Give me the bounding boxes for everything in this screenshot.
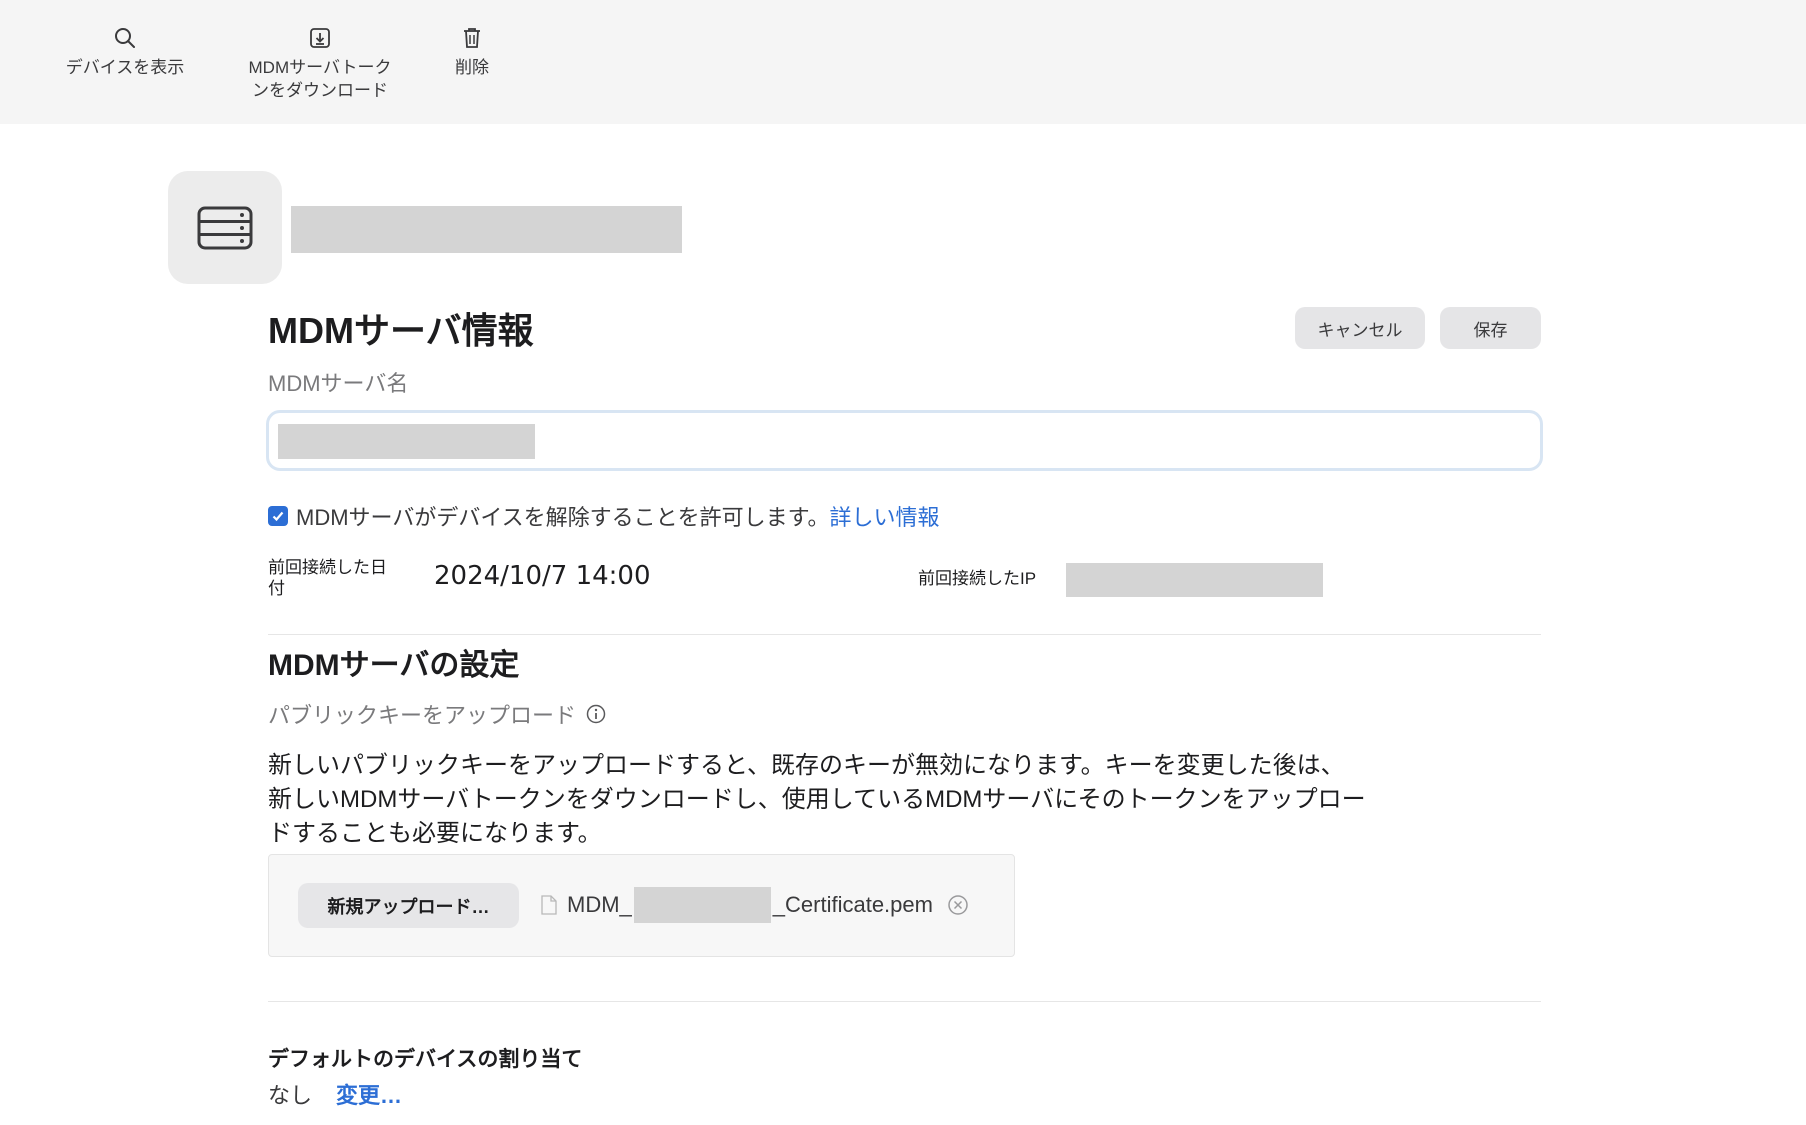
- last-connected-date-label: 前回接続した日付: [268, 558, 387, 598]
- upload-key-description: 新しいパブリックキーをアップロードすると、既存のキーが無効になります。キーを変更…: [268, 752, 1366, 847]
- server-name-redacted: [291, 206, 682, 253]
- default-assignment-row: なし 変更…: [268, 1078, 402, 1110]
- server-icon: [168, 171, 282, 284]
- server-name-label: MDMサーバ名: [268, 371, 409, 396]
- change-assignment-link[interactable]: 変更…: [336, 1078, 402, 1110]
- download-icon: [306, 24, 334, 52]
- file-name-redacted: [633, 887, 771, 923]
- last-connected-ip-label: 前回接続したIP: [918, 569, 1037, 588]
- last-connected-ip-redacted: [1066, 563, 1323, 597]
- server-name-value-redacted: [278, 424, 535, 459]
- info-icon[interactable]: [586, 704, 606, 724]
- cancel-button[interactable]: キャンセル: [1295, 307, 1425, 349]
- default-assignment-value: なし: [268, 1083, 313, 1108]
- download-token-label-2: ンをダウンロード: [252, 81, 388, 100]
- learn-more-link[interactable]: 詳しい情報: [829, 500, 939, 532]
- trash-icon: [458, 24, 486, 52]
- toolbar: デバイスを表示 MDMサーバトーク ンをダウンロード 削除: [0, 0, 1806, 124]
- download-token-button[interactable]: MDMサーバトーク ンをダウンロード: [245, 24, 395, 102]
- file-name-suffix: _Certificate.pem: [772, 892, 933, 917]
- server-settings-title: MDMサーバの設定: [268, 649, 520, 682]
- allow-release-row: MDMサーバがデバイスを解除することを許可します。 詳しい情報: [268, 500, 939, 532]
- new-upload-button[interactable]: 新規アップロード…: [298, 883, 519, 928]
- search-icon: [111, 24, 139, 52]
- delete-button[interactable]: 削除: [440, 24, 504, 79]
- upload-key-label-row: パブリックキーをアップロード: [268, 698, 606, 730]
- uploaded-file: MDM_ _Certificate.pem: [541, 885, 969, 925]
- divider: [268, 634, 1541, 635]
- file-icon: [541, 895, 557, 915]
- server-name-input[interactable]: [266, 410, 1543, 471]
- save-button[interactable]: 保存: [1440, 307, 1541, 349]
- show-devices-button[interactable]: デバイスを表示: [60, 24, 190, 79]
- last-connected-date-value: 2024/10/7 14:00: [434, 561, 651, 591]
- upload-box: 新規アップロード… MDM_ _Certificate.pem: [268, 854, 1015, 957]
- allow-release-checkbox[interactable]: [268, 506, 288, 526]
- server-info-title: MDMサーバ情報: [268, 310, 534, 351]
- default-assignment-title: デフォルトのデバイスの割り当て: [268, 1048, 583, 1071]
- allow-release-text: MDMサーバがデバイスを解除することを許可します。: [296, 505, 830, 530]
- remove-file-icon[interactable]: [947, 894, 969, 916]
- divider: [268, 1001, 1541, 1002]
- show-devices-label: デバイスを表示: [65, 58, 185, 77]
- file-name-prefix: MDM_: [567, 892, 632, 917]
- download-token-label-1: MDMサーバトーク: [248, 58, 392, 77]
- delete-label: 削除: [455, 58, 489, 77]
- upload-key-label: パブリックキーをアップロード: [268, 703, 577, 728]
